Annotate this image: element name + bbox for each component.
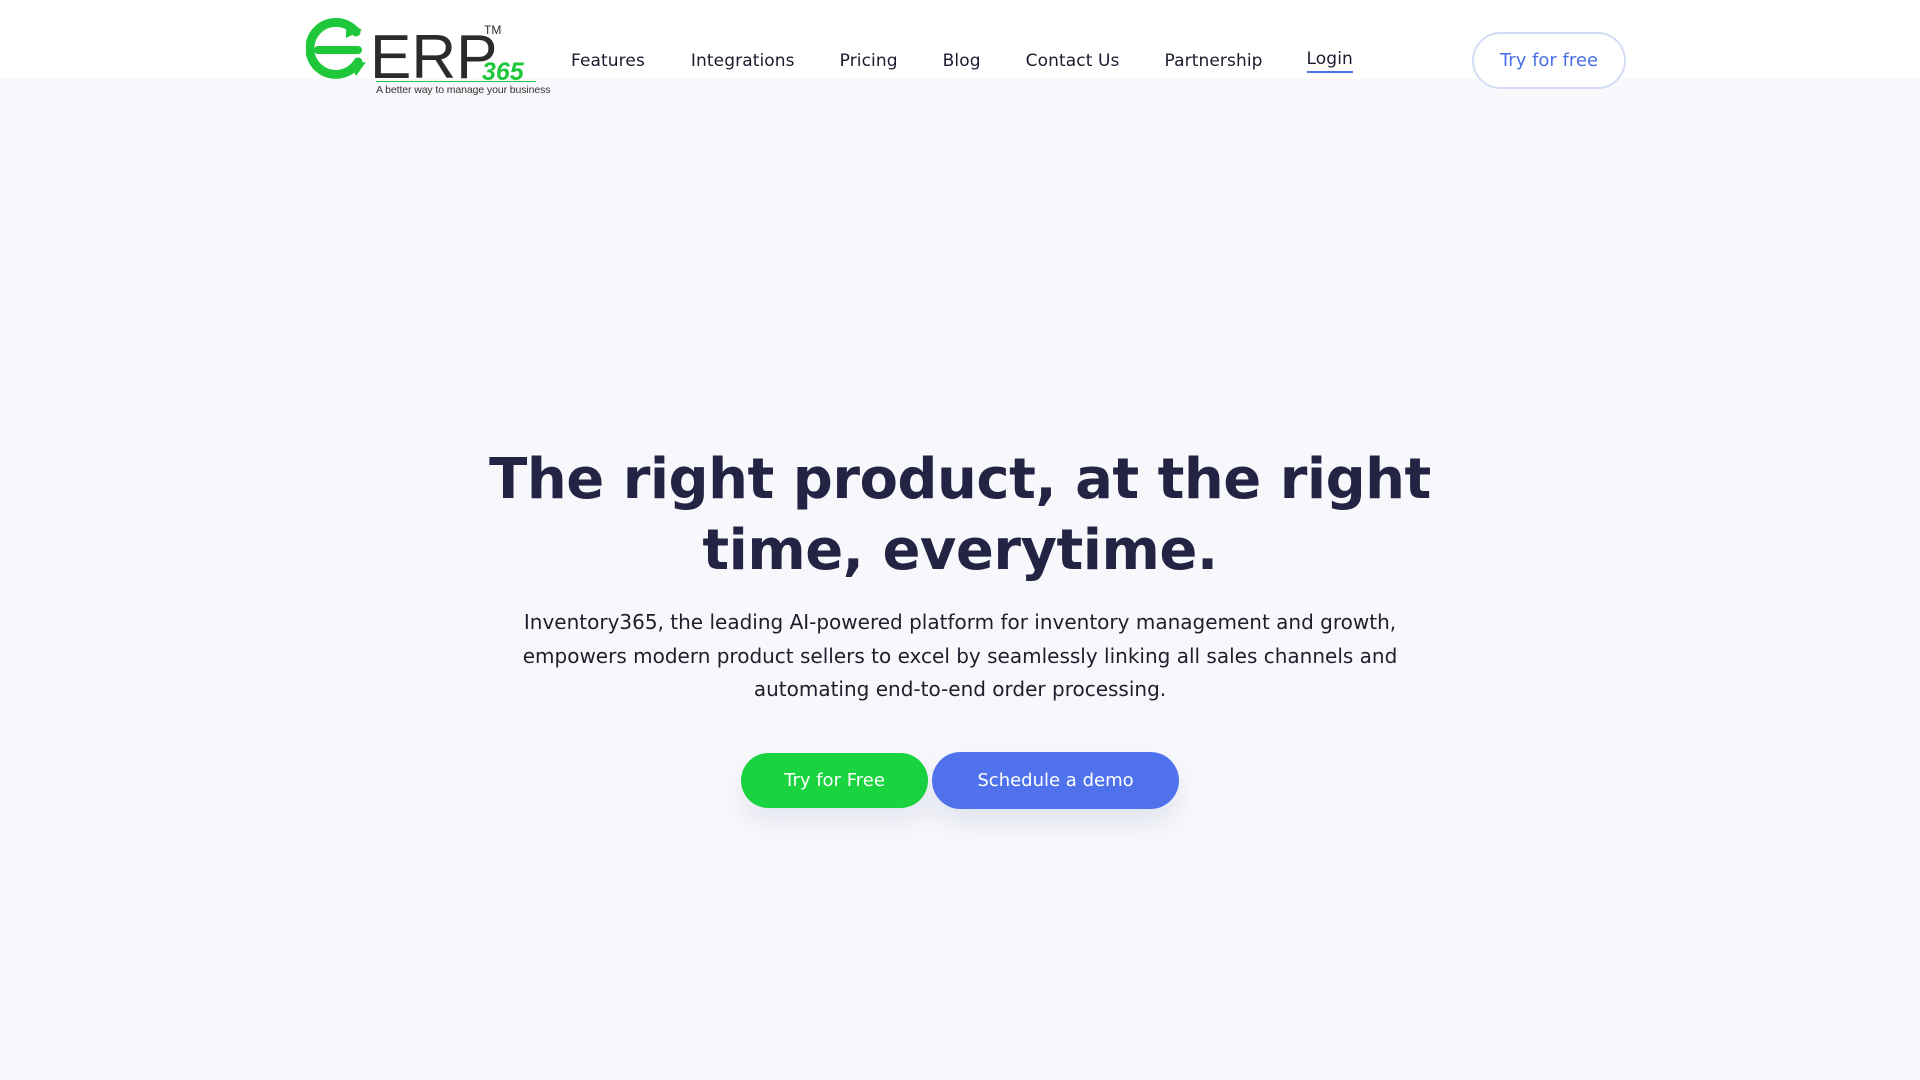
svg-text:ERP: ERP bbox=[370, 23, 497, 82]
hero-schedule-demo-button[interactable]: Schedule a demo bbox=[932, 752, 1179, 809]
nav-pricing[interactable]: Pricing bbox=[840, 51, 898, 71]
nav-features[interactable]: Features bbox=[571, 51, 645, 71]
hero-title: The right product, at the right time, ev… bbox=[460, 444, 1460, 586]
hero-desc-line-2: empowers modern product sellers to excel… bbox=[522, 643, 1398, 668]
logo-tagline: A better way to manage your business bbox=[376, 84, 551, 96]
hero-title-line-1: The right product, at the right bbox=[489, 447, 1431, 512]
hero-try-for-free-button[interactable]: Try for Free bbox=[741, 753, 928, 808]
main-nav: Features Integrations Pricing Blog Conta… bbox=[571, 48, 1353, 74]
header-try-for-free-button[interactable]: Try for free bbox=[1472, 32, 1626, 89]
site-header: ERP TM 365 A better way to manage your b… bbox=[0, 0, 1920, 96]
hero-description: Inventory365, the leading AI-powered pla… bbox=[500, 606, 1420, 707]
nav-integrations[interactable]: Integrations bbox=[691, 51, 795, 71]
nav-contact-us[interactable]: Contact Us bbox=[1026, 51, 1120, 71]
nav-partnership[interactable]: Partnership bbox=[1165, 51, 1263, 71]
hero-desc-line-1: Inventory365, the leading AI-powered pla… bbox=[523, 610, 1397, 634]
nav-blog[interactable]: Blog bbox=[943, 51, 981, 71]
hero-desc-line-3: automating end-to-end order processing. bbox=[753, 677, 1167, 701]
hero-title-line-2: time, everytime. bbox=[702, 518, 1218, 583]
erp365-logo-mark: ERP TM 365 bbox=[306, 18, 536, 82]
svg-text:365: 365 bbox=[482, 58, 525, 82]
erp365-logo[interactable]: ERP TM 365 A better way to manage your b… bbox=[306, 18, 551, 100]
svg-text:TM: TM bbox=[484, 23, 501, 37]
nav-login[interactable]: Login bbox=[1306, 49, 1353, 73]
